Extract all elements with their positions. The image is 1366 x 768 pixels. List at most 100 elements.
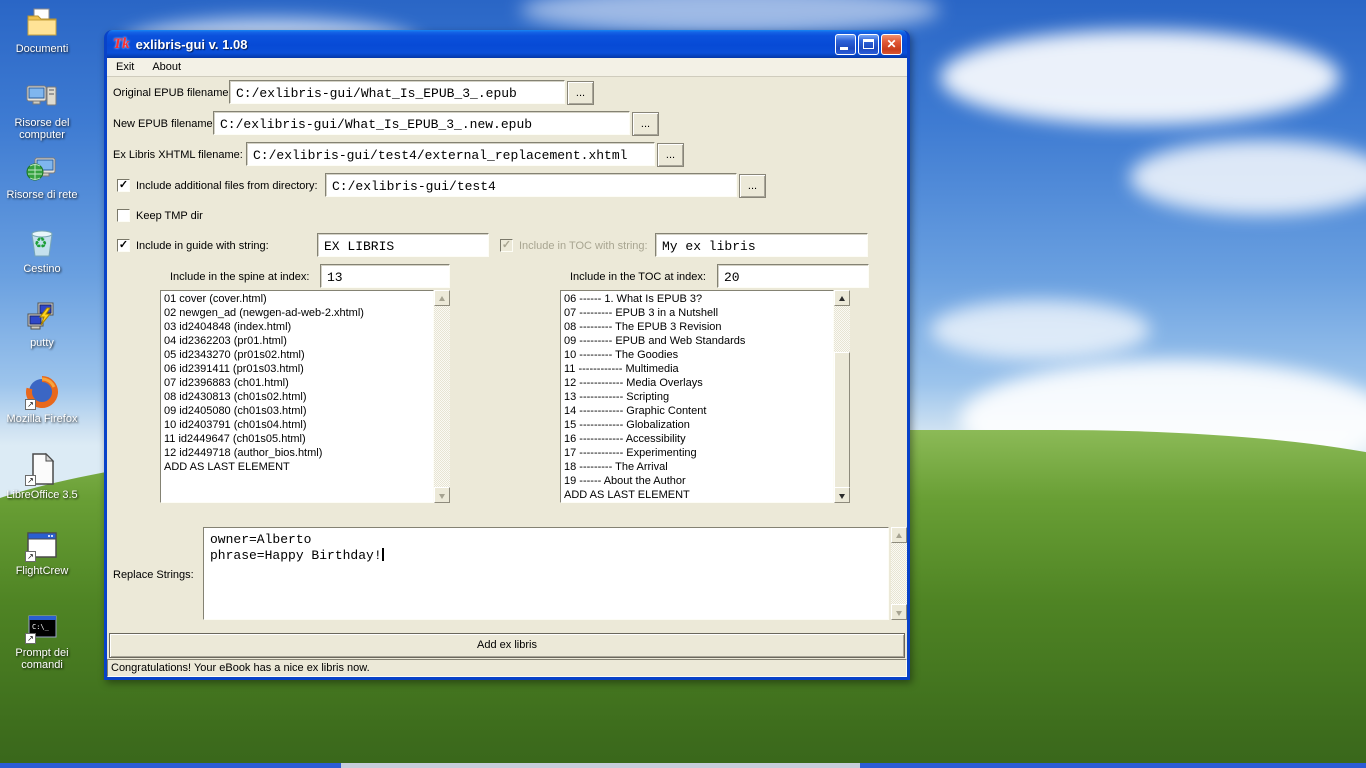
- include-dir-browse-button[interactable]: ...: [739, 174, 766, 198]
- list-item[interactable]: 17 ------------ Experimenting: [561, 446, 833, 460]
- scroll-up-button[interactable]: [434, 290, 450, 306]
- list-item[interactable]: 10 id2403791 (ch01s04.html): [161, 418, 433, 432]
- arrow-down-icon: [896, 611, 902, 616]
- add-ex-libris-button[interactable]: Add ex libris: [109, 633, 905, 658]
- icon-label: Risorse di rete: [6, 189, 78, 201]
- guide-string-input[interactable]: [317, 233, 489, 257]
- list-item[interactable]: 01 cover (cover.html): [161, 292, 433, 306]
- exlibris-xhtml-browse-button[interactable]: ...: [657, 143, 684, 167]
- scroll-thumb[interactable]: [834, 352, 850, 488]
- include-dir-checkbox[interactable]: [117, 179, 130, 192]
- list-item[interactable]: 06 ------ 1. What Is EPUB 3?: [561, 292, 833, 306]
- replace-strings-textarea[interactable]: owner=Alberto phrase=Happy Birthday!: [203, 527, 889, 620]
- list-item[interactable]: ADD AS LAST ELEMENT: [161, 460, 433, 474]
- tk-icon: Tk: [113, 35, 130, 52]
- include-dir-input[interactable]: [325, 173, 737, 197]
- putty-icon: [25, 300, 59, 334]
- arrow-down-icon: [839, 494, 845, 499]
- cloud: [930, 300, 1150, 360]
- icon-label: FlightCrew: [15, 565, 69, 577]
- menu-exit[interactable]: Exit: [107, 59, 143, 75]
- list-item[interactable]: 04 id2362203 (pr01.html): [161, 334, 433, 348]
- list-item[interactable]: 12 ------------ Media Overlays: [561, 376, 833, 390]
- desktop-icon-flightcrew[interactable]: ↗ FlightCrew: [0, 528, 84, 577]
- close-button[interactable]: [881, 34, 902, 55]
- desktop-icon-my-computer[interactable]: Risorse del computer: [0, 80, 84, 141]
- replace-scrollbar[interactable]: [891, 527, 907, 620]
- list-item[interactable]: 18 --------- The Arrival: [561, 460, 833, 474]
- firefox-icon: ↗: [25, 376, 59, 410]
- my-computer-icon: [25, 80, 59, 114]
- scroll-up-button[interactable]: [834, 290, 850, 306]
- desktop-icon-recycle-bin[interactable]: ♻ Cestino: [0, 226, 84, 275]
- list-item[interactable]: 02 newgen_ad (newgen-ad-web-2.xhtml): [161, 306, 433, 320]
- scroll-down-button[interactable]: [891, 604, 907, 620]
- list-item[interactable]: 14 ------------ Graphic Content: [561, 404, 833, 418]
- toc-scrollbar[interactable]: [834, 290, 850, 503]
- icon-label: Mozilla Firefox: [6, 413, 78, 425]
- shortcut-arrow-icon: ↗: [25, 633, 36, 644]
- desktop-icon-putty[interactable]: putty: [0, 300, 84, 349]
- scroll-up-button[interactable]: [891, 527, 907, 543]
- icon-label: LibreOffice 3.5: [6, 489, 78, 501]
- list-item[interactable]: 12 id2449718 (author_bios.html): [161, 446, 433, 460]
- new-epub-input[interactable]: [213, 111, 630, 135]
- guide-string-checkbox[interactable]: [117, 239, 130, 252]
- titlebar[interactable]: Tk exlibris-gui v. 1.08: [107, 30, 907, 58]
- desktop-icon-firefox[interactable]: ↗ Mozilla Firefox: [0, 376, 84, 425]
- new-epub-browse-button[interactable]: ...: [632, 112, 659, 136]
- menu-about[interactable]: About: [143, 59, 190, 75]
- list-item[interactable]: 08 id2430813 (ch01s02.html): [161, 390, 433, 404]
- taskbar-edge[interactable]: [0, 763, 1366, 768]
- scroll-down-button[interactable]: [434, 487, 450, 503]
- list-item[interactable]: 06 id2391411 (pr01s03.html): [161, 362, 433, 376]
- include-dir-label: Include additional files from directory:: [136, 180, 318, 192]
- shortcut-arrow-icon: ↗: [25, 399, 36, 410]
- toc-string-checkbox: [500, 239, 513, 252]
- desktop-icon-libreoffice[interactable]: ↗ LibreOffice 3.5: [0, 452, 84, 501]
- arrow-up-icon: [439, 296, 445, 301]
- list-item[interactable]: 11 id2449647 (ch01s05.html): [161, 432, 433, 446]
- list-item[interactable]: 13 ------------ Scripting: [561, 390, 833, 404]
- maximize-button[interactable]: [858, 34, 879, 55]
- desktop-icon-documents[interactable]: Documenti: [0, 6, 84, 55]
- arrow-up-icon: [839, 296, 845, 301]
- spine-index-input[interactable]: [320, 264, 450, 288]
- list-item[interactable]: ADD AS LAST ELEMENT: [561, 488, 833, 502]
- spine-scrollbar[interactable]: [434, 290, 450, 503]
- toc-listbox: 06 ------ 1. What Is EPUB 3? 07 ---------…: [560, 290, 850, 503]
- guide-string-label: Include in guide with string:: [136, 240, 269, 252]
- shortcut-arrow-icon: ↗: [25, 551, 36, 562]
- list-item[interactable]: 09 --------- EPUB and Web Standards: [561, 334, 833, 348]
- list-item[interactable]: 16 ------------ Accessibility: [561, 432, 833, 446]
- list-item[interactable]: 07 --------- EPUB 3 in a Nutshell: [561, 306, 833, 320]
- maximize-icon: [863, 39, 874, 49]
- arrow-down-icon: [439, 494, 445, 499]
- toc-index-input[interactable]: [717, 264, 869, 288]
- libreoffice-icon: ↗: [25, 452, 59, 486]
- command-prompt-icon: C:\_ ↗: [25, 610, 59, 644]
- cloud: [520, 0, 940, 34]
- original-epub-browse-button[interactable]: ...: [567, 81, 594, 105]
- text-caret: [381, 548, 384, 561]
- list-item[interactable]: 03 id2404848 (index.html): [161, 320, 433, 334]
- desktop-icon-network[interactable]: Risorse di rete: [0, 152, 84, 201]
- list-item[interactable]: 09 id2405080 (ch01s03.html): [161, 404, 433, 418]
- list-item[interactable]: 19 ------ About the Author: [561, 474, 833, 488]
- list-item[interactable]: 07 id2396883 (ch01.html): [161, 376, 433, 390]
- scroll-down-button[interactable]: [834, 487, 850, 503]
- toc-string-input[interactable]: [655, 233, 868, 257]
- list-item[interactable]: 15 ------------ Globalization: [561, 418, 833, 432]
- exlibris-xhtml-input[interactable]: [246, 142, 655, 166]
- list-item[interactable]: 11 ------------ Multimedia: [561, 362, 833, 376]
- list-item[interactable]: 05 id2343270 (pr01s02.html): [161, 348, 433, 362]
- original-epub-input[interactable]: [229, 80, 565, 104]
- minimize-button[interactable]: [835, 34, 856, 55]
- list-item[interactable]: 08 --------- The EPUB 3 Revision: [561, 320, 833, 334]
- desktop-icon-command-prompt[interactable]: C:\_ ↗ Prompt dei comandi: [0, 610, 84, 671]
- arrow-up-icon: [896, 533, 902, 538]
- keep-tmp-checkbox[interactable]: [117, 209, 130, 222]
- list-item[interactable]: 10 --------- The Goodies: [561, 348, 833, 362]
- replace-strings-label: Replace Strings:: [113, 569, 194, 581]
- spine-index-label: Include in the spine at index:: [170, 271, 310, 283]
